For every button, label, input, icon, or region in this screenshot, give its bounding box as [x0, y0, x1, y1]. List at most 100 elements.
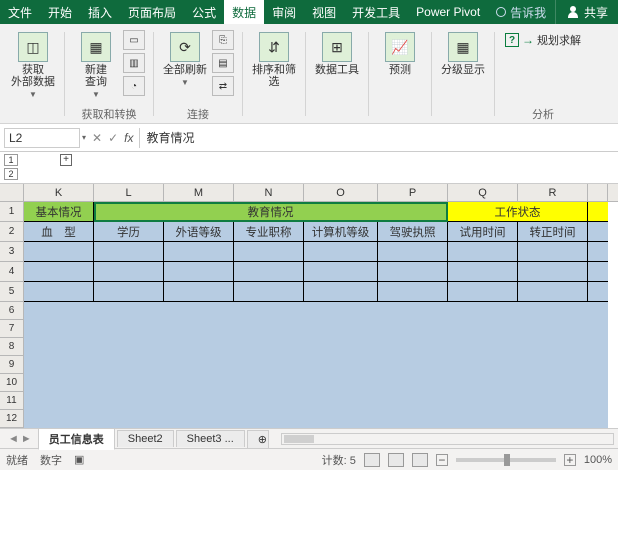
cell[interactable] [24, 242, 94, 262]
cell[interactable] [448, 282, 518, 302]
row-header-5[interactable]: 5 [0, 282, 24, 302]
page-layout-view-button[interactable] [388, 453, 404, 467]
column-header-o[interactable]: O [304, 184, 378, 201]
cell[interactable]: 转正时间 [518, 222, 588, 242]
cell[interactable] [164, 282, 234, 302]
cell-range[interactable] [24, 374, 608, 392]
zoom-out-button[interactable]: − [436, 454, 448, 466]
cell[interactable] [378, 242, 448, 262]
cell[interactable]: 驾驶执照 [378, 222, 448, 242]
outline-level-1[interactable]: 1 [4, 154, 18, 166]
horizontal-scrollbar[interactable] [281, 433, 614, 445]
column-header-q[interactable]: Q [448, 184, 518, 201]
cell[interactable] [518, 242, 588, 262]
column-header-n[interactable]: N [234, 184, 304, 201]
row-header-9[interactable]: 9 [0, 356, 24, 374]
zoom-slider-thumb[interactable] [504, 454, 510, 466]
row-header-12[interactable]: 12 [0, 410, 24, 428]
cell[interactable] [94, 262, 164, 282]
cell[interactable] [378, 282, 448, 302]
outline-expand-button[interactable]: + [60, 154, 72, 166]
select-all-corner[interactable] [0, 184, 24, 201]
tab-nav-next[interactable]: ► [21, 433, 32, 445]
row-header-11[interactable]: 11 [0, 392, 24, 410]
cell[interactable] [234, 262, 304, 282]
menu-review[interactable]: 审阅 [264, 0, 304, 24]
menu-formulas[interactable]: 公式 [184, 0, 224, 24]
column-header-l[interactable]: L [94, 184, 164, 201]
confirm-formula-button[interactable]: ✓ [108, 131, 118, 145]
menu-data[interactable]: 数据 [224, 0, 264, 24]
macro-record-icon[interactable]: ▣ [74, 453, 84, 466]
cell[interactable]: 学历 [94, 222, 164, 242]
column-header-m[interactable]: M [164, 184, 234, 201]
row-header-3[interactable]: 3 [0, 242, 24, 262]
page-break-view-button[interactable] [412, 453, 428, 467]
refresh-all-button[interactable]: ⟳ 全部刷新 ▼ [162, 30, 208, 87]
fx-button[interactable]: fx [124, 131, 133, 145]
cell[interactable]: 基本情况 [24, 202, 94, 222]
menu-insert[interactable]: 插入 [80, 0, 120, 24]
cell[interactable]: 试用时间 [448, 222, 518, 242]
column-header-r[interactable]: R [518, 184, 588, 201]
show-queries-button[interactable]: ▭ [123, 30, 145, 50]
outline-level-2[interactable]: 2 [4, 168, 18, 180]
cell[interactable]: 专业职称 [234, 222, 304, 242]
cell[interactable] [234, 242, 304, 262]
forecast-button[interactable]: 📈 预测 [377, 30, 423, 76]
row-header-2[interactable]: 2 [0, 222, 24, 242]
name-box[interactable]: L2 [4, 128, 80, 148]
cell-range[interactable] [24, 302, 608, 320]
outline-button[interactable]: ▦ 分级显示 [440, 30, 486, 76]
cell-range[interactable] [24, 320, 608, 338]
tab-nav-prev[interactable]: ◄ [8, 433, 19, 445]
formula-input[interactable]: 教育情况 [139, 128, 618, 148]
data-tools-button[interactable]: ⊞ 数据工具 [314, 30, 360, 76]
add-sheet-button[interactable]: ⊕ [247, 430, 269, 448]
row-header-10[interactable]: 10 [0, 374, 24, 392]
connections-button[interactable]: ⎘ [212, 30, 234, 50]
normal-view-button[interactable] [364, 453, 380, 467]
cancel-formula-button[interactable]: ✕ [92, 131, 102, 145]
zoom-slider[interactable] [456, 458, 556, 462]
menu-file[interactable]: 文件 [0, 0, 40, 24]
cell[interactable]: 外语等级 [164, 222, 234, 242]
column-header-p[interactable]: P [378, 184, 448, 201]
edit-links-button[interactable]: ⇄ [212, 76, 234, 96]
new-query-button[interactable]: ▦ 新建 查询 ▼ [73, 30, 119, 99]
menu-powerpivot[interactable]: Power Pivot [408, 0, 488, 24]
cell-range[interactable] [24, 356, 608, 374]
cell[interactable] [304, 262, 378, 282]
cell[interactable] [448, 242, 518, 262]
menu-pagelayout[interactable]: 页面布局 [120, 0, 184, 24]
cell[interactable] [518, 262, 588, 282]
cell[interactable] [24, 282, 94, 302]
menu-home[interactable]: 开始 [40, 0, 80, 24]
row-header-1[interactable]: 1 [0, 202, 24, 222]
menu-view[interactable]: 视图 [304, 0, 344, 24]
zoom-level[interactable]: 100% [584, 454, 612, 466]
cell[interactable]: 计算机等级 [304, 222, 378, 242]
sheet-tab-1[interactable]: 员工信息表 [38, 428, 115, 450]
solver-button[interactable]: ? → 规划求解 [503, 30, 583, 50]
cell-range[interactable] [24, 392, 608, 410]
cell[interactable] [94, 242, 164, 262]
cell[interactable] [304, 242, 378, 262]
cell[interactable] [94, 282, 164, 302]
cell[interactable] [24, 262, 94, 282]
tell-me[interactable]: 告诉我 [488, 0, 554, 24]
cell[interactable] [518, 282, 588, 302]
get-external-data-button[interactable]: ◫ 获取 外部数据 ▼ [10, 30, 56, 99]
cell-range[interactable] [24, 410, 608, 428]
share-button[interactable]: 共享 [555, 0, 618, 24]
column-header-k[interactable]: K [24, 184, 94, 201]
cell[interactable]: 教育情况 [94, 202, 448, 222]
scrollbar-thumb[interactable] [284, 435, 314, 443]
cell[interactable] [234, 282, 304, 302]
cell-range[interactable] [24, 338, 608, 356]
cell[interactable] [164, 242, 234, 262]
row-header-7[interactable]: 7 [0, 320, 24, 338]
cell[interactable]: 工作状态 [448, 202, 588, 222]
zoom-in-button[interactable]: + [564, 454, 576, 466]
sort-filter-button[interactable]: ⇵ 排序和筛选 [251, 30, 297, 88]
